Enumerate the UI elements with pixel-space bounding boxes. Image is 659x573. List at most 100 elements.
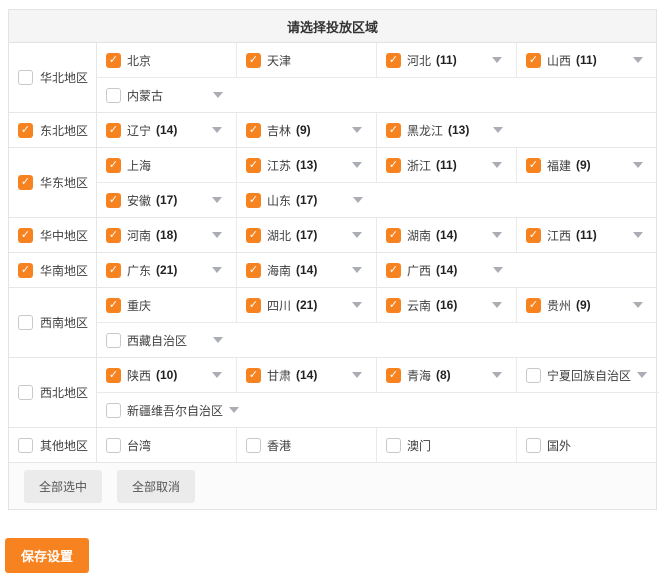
province-cell[interactable]: ✓吉林(9): [237, 113, 377, 147]
checkbox-checked[interactable]: ✓: [106, 193, 121, 208]
checkbox-unchecked[interactable]: [106, 88, 121, 103]
chevron-down-icon[interactable]: [492, 302, 502, 308]
checkbox-checked[interactable]: ✓: [106, 123, 121, 138]
chevron-down-icon[interactable]: [213, 337, 223, 343]
checkbox-checked[interactable]: ✓: [18, 175, 33, 190]
province-cell[interactable]: ✓贵州(9): [517, 288, 657, 322]
checkbox-checked[interactable]: ✓: [246, 263, 261, 278]
checkbox-checked[interactable]: ✓: [526, 158, 541, 173]
province-cell[interactable]: 澳门: [377, 428, 517, 462]
checkbox-checked[interactable]: ✓: [246, 123, 261, 138]
chevron-down-icon[interactable]: [212, 267, 222, 273]
chevron-down-icon[interactable]: [352, 162, 362, 168]
checkbox-checked[interactable]: ✓: [246, 158, 261, 173]
province-cell[interactable]: ✓上海: [97, 148, 237, 182]
province-cell[interactable]: ✓黑龙江(13): [377, 113, 517, 147]
province-cell[interactable]: ✓江西(11): [517, 218, 657, 252]
chevron-down-icon[interactable]: [212, 127, 222, 133]
province-cell[interactable]: ✓辽宁(14): [97, 113, 237, 147]
chevron-down-icon[interactable]: [492, 232, 502, 238]
checkbox-unchecked[interactable]: [18, 70, 33, 85]
checkbox-checked[interactable]: ✓: [246, 228, 261, 243]
province-cell[interactable]: ✓山西(11): [517, 43, 657, 77]
province-cell[interactable]: ✓陕西(10): [97, 358, 237, 392]
checkbox-checked[interactable]: ✓: [386, 263, 401, 278]
chevron-down-icon[interactable]: [213, 92, 223, 98]
chevron-down-icon[interactable]: [492, 162, 502, 168]
province-cell[interactable]: ✓江苏(13): [237, 148, 377, 182]
province-cell[interactable]: 新疆维吾尔自治区: [97, 393, 253, 427]
checkbox-checked[interactable]: ✓: [18, 228, 33, 243]
checkbox-checked[interactable]: ✓: [386, 298, 401, 313]
chevron-down-icon[interactable]: [493, 127, 503, 133]
save-settings-button[interactable]: 保存设置: [5, 538, 89, 573]
chevron-down-icon[interactable]: [212, 372, 222, 378]
checkbox-checked[interactable]: ✓: [386, 123, 401, 138]
province-cell[interactable]: ✓海南(14): [237, 253, 377, 287]
province-cell[interactable]: ✓湖北(17): [237, 218, 377, 252]
checkbox-checked[interactable]: ✓: [246, 53, 261, 68]
chevron-down-icon[interactable]: [633, 232, 643, 238]
chevron-down-icon[interactable]: [229, 407, 239, 413]
chevron-down-icon[interactable]: [352, 302, 362, 308]
region-group-cell[interactable]: ✓华中地区: [9, 218, 97, 252]
checkbox-checked[interactable]: ✓: [106, 368, 121, 383]
province-cell[interactable]: 国外: [517, 428, 657, 462]
province-cell[interactable]: ✓重庆: [97, 288, 237, 322]
province-cell[interactable]: ✓北京: [97, 43, 237, 77]
chevron-down-icon[interactable]: [212, 197, 222, 203]
province-cell[interactable]: 香港: [237, 428, 377, 462]
checkbox-checked[interactable]: ✓: [246, 298, 261, 313]
checkbox-checked[interactable]: ✓: [18, 263, 33, 278]
chevron-down-icon[interactable]: [633, 57, 643, 63]
checkbox-unchecked[interactable]: [106, 333, 121, 348]
chevron-down-icon[interactable]: [493, 267, 503, 273]
checkbox-checked[interactable]: ✓: [106, 228, 121, 243]
checkbox-checked[interactable]: ✓: [106, 53, 121, 68]
checkbox-unchecked[interactable]: [18, 438, 33, 453]
chevron-down-icon[interactable]: [353, 197, 363, 203]
province-cell[interactable]: ✓山东(17): [237, 183, 377, 217]
checkbox-unchecked[interactable]: [246, 438, 261, 453]
checkbox-unchecked[interactable]: [106, 438, 121, 453]
checkbox-checked[interactable]: ✓: [526, 53, 541, 68]
province-cell[interactable]: 宁夏回族自治区: [517, 358, 659, 392]
chevron-down-icon[interactable]: [637, 372, 647, 378]
region-group-cell[interactable]: 其他地区: [9, 428, 97, 462]
checkbox-checked[interactable]: ✓: [386, 228, 401, 243]
chevron-down-icon[interactable]: [633, 302, 643, 308]
checkbox-checked[interactable]: ✓: [246, 193, 261, 208]
chevron-down-icon[interactable]: [352, 127, 362, 133]
province-cell[interactable]: 台湾: [97, 428, 237, 462]
checkbox-checked[interactable]: ✓: [246, 368, 261, 383]
province-cell[interactable]: 西藏自治区: [97, 323, 237, 357]
checkbox-checked[interactable]: ✓: [386, 368, 401, 383]
province-cell[interactable]: ✓浙江(11): [377, 148, 517, 182]
province-cell[interactable]: ✓安徽(17): [97, 183, 237, 217]
chevron-down-icon[interactable]: [352, 267, 362, 273]
checkbox-checked[interactable]: ✓: [106, 298, 121, 313]
chevron-down-icon[interactable]: [492, 57, 502, 63]
province-cell[interactable]: ✓天津: [237, 43, 377, 77]
chevron-down-icon[interactable]: [492, 372, 502, 378]
checkbox-unchecked[interactable]: [18, 315, 33, 330]
region-group-cell[interactable]: ✓华东地区: [9, 148, 97, 217]
checkbox-unchecked[interactable]: [18, 385, 33, 400]
checkbox-unchecked[interactable]: [106, 403, 121, 418]
deselect-all-button[interactable]: 全部取消: [117, 470, 195, 503]
chevron-down-icon[interactable]: [352, 232, 362, 238]
province-cell[interactable]: ✓甘肃(14): [237, 358, 377, 392]
province-cell[interactable]: ✓湖南(14): [377, 218, 517, 252]
province-cell[interactable]: ✓云南(16): [377, 288, 517, 322]
chevron-down-icon[interactable]: [352, 372, 362, 378]
province-cell[interactable]: ✓广东(21): [97, 253, 237, 287]
checkbox-checked[interactable]: ✓: [106, 263, 121, 278]
chevron-down-icon[interactable]: [212, 232, 222, 238]
province-cell[interactable]: ✓河南(18): [97, 218, 237, 252]
region-group-cell[interactable]: ✓华南地区: [9, 253, 97, 287]
province-cell[interactable]: ✓福建(9): [517, 148, 657, 182]
region-group-cell[interactable]: 西南地区: [9, 288, 97, 357]
checkbox-checked[interactable]: ✓: [386, 53, 401, 68]
checkbox-checked[interactable]: ✓: [18, 123, 33, 138]
checkbox-checked[interactable]: ✓: [526, 228, 541, 243]
